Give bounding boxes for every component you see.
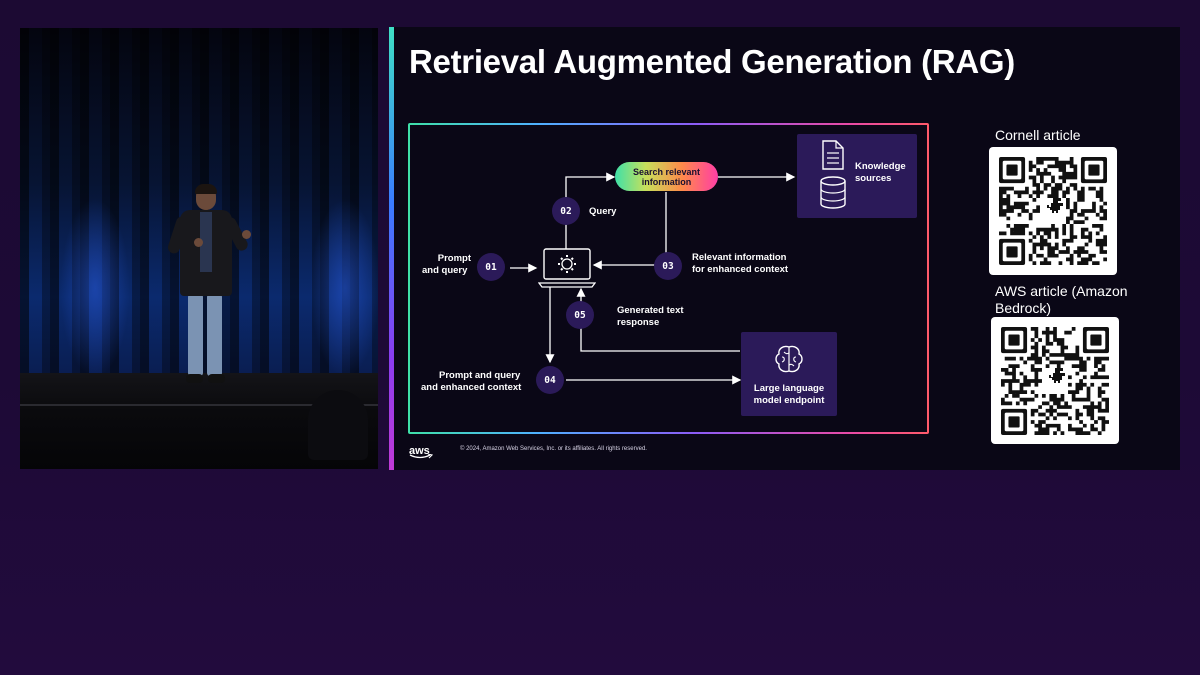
prompt-label-2: and query [422, 265, 468, 276]
search-relevant-info-node: Search relevant information [615, 162, 718, 191]
qr-finder-pattern [1001, 408, 1028, 435]
brain-icon [775, 345, 803, 373]
aws-article-label-1: AWS article (Amazon [995, 283, 1128, 299]
qr-finder-pattern [999, 238, 1026, 265]
audience-head [308, 390, 368, 460]
generated-label-2: response [617, 317, 660, 328]
qr-finder-pattern [1082, 327, 1109, 354]
qr-finder-pattern [1080, 157, 1107, 184]
llm-label-2: model endpoint [753, 395, 825, 406]
dinosaur-icon [1047, 198, 1063, 213]
presentation-slide: Retrieval Augmented Generation (RAG) Sea… [389, 27, 1180, 470]
rag-diagram: Search relevant information Knowledge so… [408, 123, 929, 434]
step-01-badge: 01 [477, 253, 505, 281]
slide-title: Retrieval Augmented Generation (RAG) [409, 43, 1015, 80]
copyright-text: © 2024, Amazon Web Services, Inc. or its… [460, 446, 647, 452]
generated-label-1: Generated text [617, 305, 684, 316]
database-icon [820, 176, 846, 209]
dinosaur-icon [1049, 368, 1065, 383]
prompt-label-1: Prompt [437, 253, 471, 264]
slide-accent-bar [389, 27, 394, 470]
query-label: Query [589, 206, 617, 217]
prompt-enhanced-label-1: Prompt and query [439, 370, 521, 381]
knowledge-label-2: sources [855, 173, 892, 184]
qr-code-pattern [1001, 327, 1109, 435]
speaker-video [20, 28, 378, 469]
relevant-label-1: Relevant information [692, 252, 787, 263]
step-02-badge: 02 [552, 197, 580, 225]
llm-label-1: Large language [753, 383, 825, 394]
step-03-badge: 03 [654, 252, 682, 280]
relevant-label-2: for enhanced context [692, 264, 789, 275]
laptop-gear-icon [538, 248, 596, 288]
knowledge-sources-node: Knowledge sources [797, 134, 917, 218]
aws-bedrock-qr-code[interactable] [991, 317, 1119, 444]
prompt-enhanced-label-2: and enhanced context [421, 382, 522, 393]
aws-logo: aws [409, 441, 435, 459]
qr-finder-pattern [999, 157, 1026, 184]
qr-finder-pattern [1001, 327, 1028, 354]
knowledge-label-1: Knowledge [855, 161, 906, 172]
cornell-article-label: Cornell article [995, 127, 1081, 143]
cornell-qr-code[interactable] [989, 147, 1117, 275]
llm-endpoint-node: Large language model endpoint [741, 332, 837, 416]
presenter [166, 184, 251, 386]
document-icon [822, 140, 844, 170]
step-05-badge: 05 [566, 301, 594, 329]
aws-article-label-2: Bedrock) [995, 300, 1052, 316]
step-04-badge: 04 [536, 366, 564, 394]
qr-code-pattern [999, 157, 1107, 265]
